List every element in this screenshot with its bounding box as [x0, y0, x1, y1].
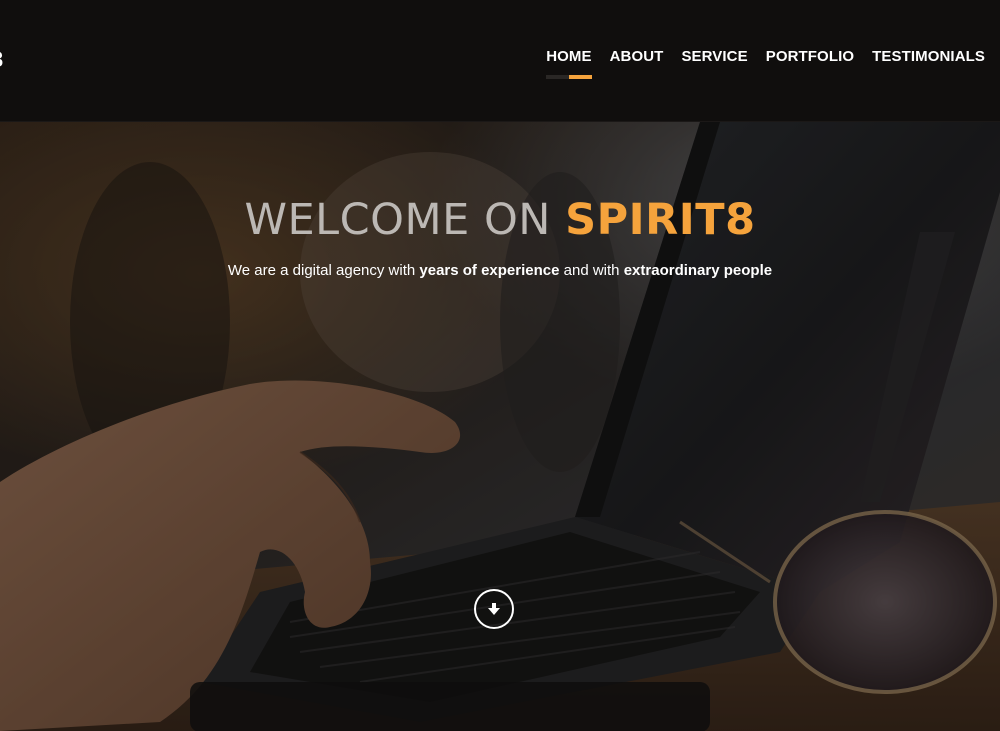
hero-subtitle-bold2: extraordinary people: [623, 262, 773, 279]
hero-subtitle: We are a digital agency with years of ex…: [0, 260, 1000, 282]
hero-title-brand: SPIRIT8: [565, 195, 756, 245]
nav-item-testimonials[interactable]: TESTIMONIALS: [872, 45, 985, 69]
arrow-down-circle-icon: [488, 603, 500, 615]
hero-subtitle-bold1: years of experience: [419, 262, 560, 279]
nav-item-testimonials-label: TESTIMONIALS: [872, 48, 985, 65]
logo[interactable]: 3: [0, 45, 3, 75]
page: 3 HOME ABOUT SERVICE PORTFOLIO TESTIMONI…: [0, 0, 1000, 731]
nav-item-portfolio-label: PORTFOLIO: [765, 48, 855, 65]
nav-item-about-label: ABOUT: [609, 48, 664, 65]
hero-subtitle-part2: and with: [559, 262, 624, 279]
nav-item-portfolio[interactable]: PORTFOLIO: [766, 45, 854, 69]
nav-item-service[interactable]: SERVICE: [681, 45, 747, 69]
nav-item-service-label: SERVICE: [681, 48, 748, 65]
hero-title-light: WELCOME ON: [244, 195, 566, 245]
hero-subtitle-part1: We are a digital agency with: [227, 262, 420, 279]
nav-item-about[interactable]: ABOUT: [610, 45, 664, 69]
nav-item-home[interactable]: HOME: [546, 45, 592, 79]
hero-section: WELCOME ON SPIRIT8 We are a digital agen…: [0, 122, 1000, 731]
scroll-down-button[interactable]: [474, 589, 514, 629]
hero-title: WELCOME ON SPIRIT8: [0, 194, 1000, 246]
nav-item-home-label: HOME: [546, 48, 592, 65]
site-header: 3 HOME ABOUT SERVICE PORTFOLIO TESTIMONI…: [0, 0, 1000, 122]
nav-active-indicator: [546, 75, 592, 79]
main-nav: HOME ABOUT SERVICE PORTFOLIO TESTIMONIAL…: [546, 45, 985, 79]
